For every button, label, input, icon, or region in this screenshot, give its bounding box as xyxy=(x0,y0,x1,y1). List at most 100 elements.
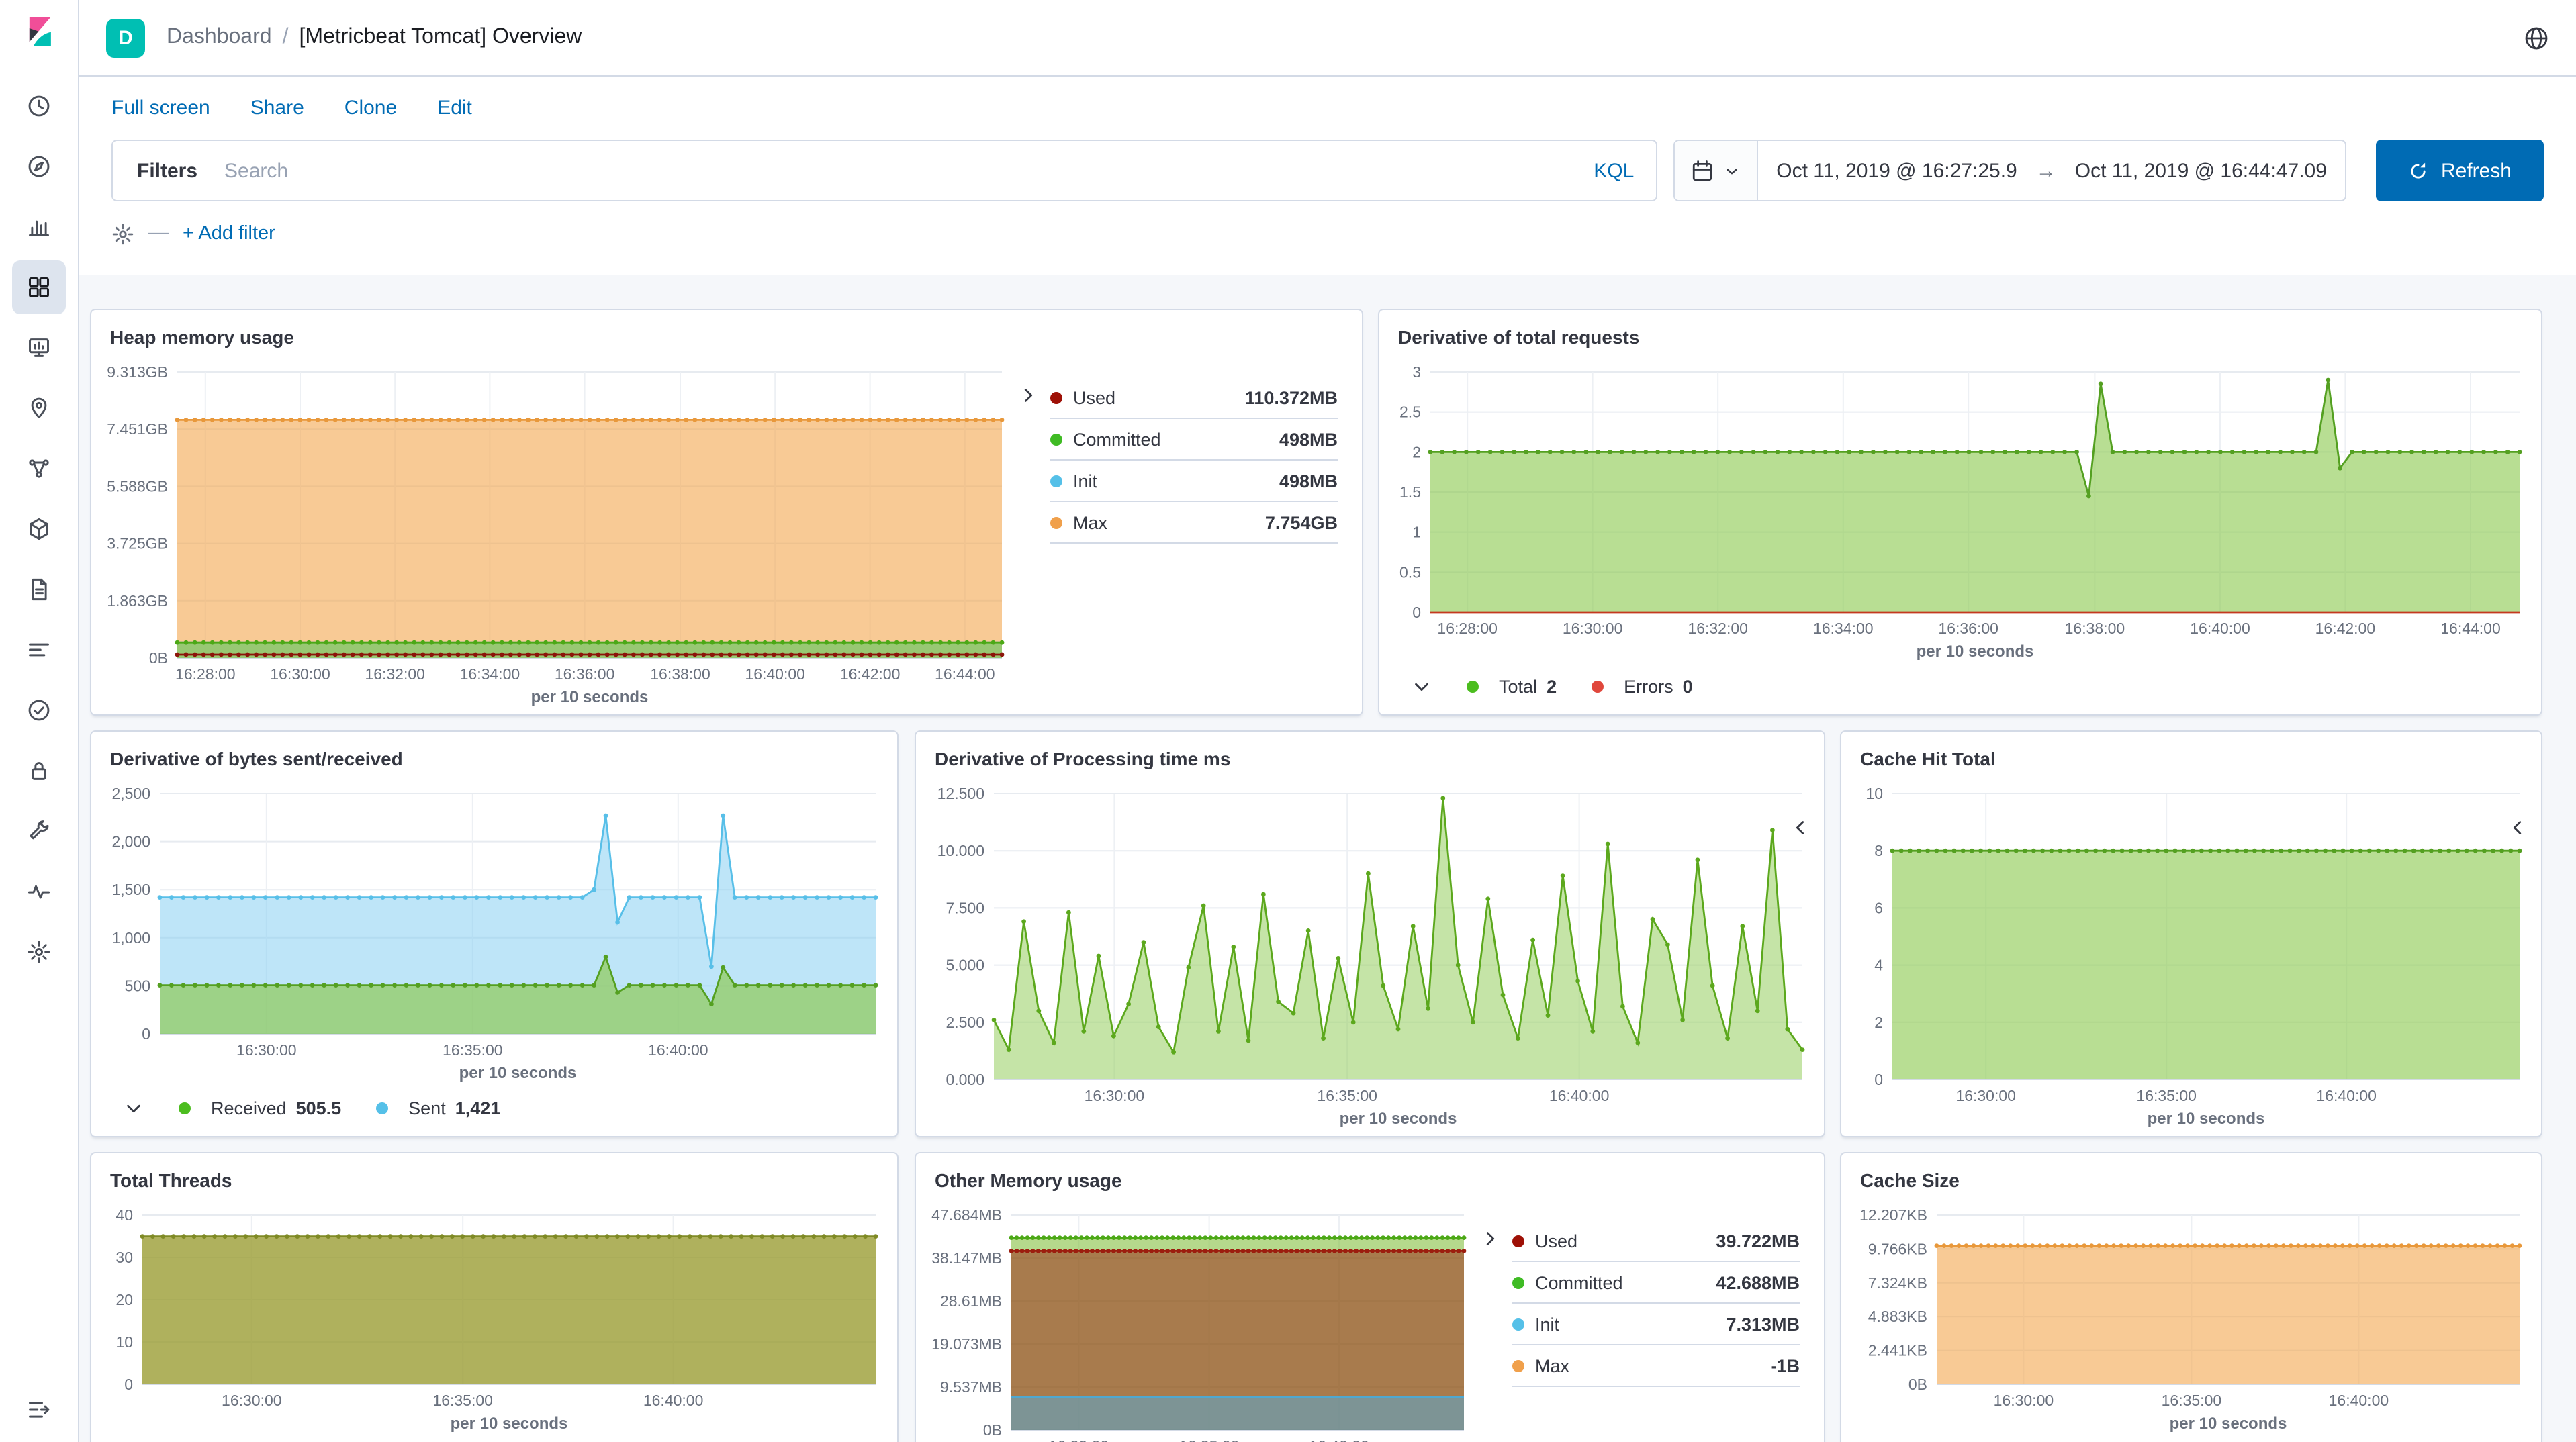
legend-item-received[interactable]: Received505.5 xyxy=(179,1098,341,1118)
filters-button[interactable]: Filters xyxy=(113,159,222,182)
legend-row-used[interactable]: Used39.722MB xyxy=(1512,1220,1800,1262)
svg-text:9.313GB: 9.313GB xyxy=(107,363,168,381)
svg-text:16:40:00: 16:40:00 xyxy=(2190,620,2250,637)
sidebar-item-siem[interactable] xyxy=(12,744,66,798)
legend-toggle-button[interactable] xyxy=(124,1098,144,1118)
svg-text:4.883KB: 4.883KB xyxy=(1868,1308,1927,1325)
legend-rows: Used39.722MBCommitted42.688MBInit7.313MB… xyxy=(1512,1220,1800,1442)
panel-processing-time: Derivative of Processing time ms 12.5001… xyxy=(915,730,1825,1137)
svg-text:16:40:00: 16:40:00 xyxy=(648,1041,708,1059)
svg-text:16:40:00: 16:40:00 xyxy=(2329,1392,2389,1409)
sidebar-item-machine-learning[interactable] xyxy=(12,442,66,495)
cache-size-chart[interactable]: 12.207KB9.766KB7.324KB4.883KB2.441KB0B16… xyxy=(1847,1202,2536,1435)
collapse-nav-icon[interactable] xyxy=(27,1398,51,1429)
sidebar-item-stack-monitoring[interactable] xyxy=(12,865,66,918)
panel-title[interactable]: Derivative of Processing time ms xyxy=(916,732,1824,769)
bytes-sent-received-chart[interactable]: 2,5002,0001,5001,000500016:30:0016:35:00… xyxy=(97,780,892,1085)
sidebar-item-infrastructure[interactable] xyxy=(12,502,66,556)
legend-toggle-button[interactable] xyxy=(1480,1220,1512,1442)
svg-text:16:40:00: 16:40:00 xyxy=(643,1392,704,1409)
legend-toggle-button[interactable] xyxy=(1790,818,1810,845)
legend-row-committed[interactable]: Committed42.688MB xyxy=(1512,1262,1800,1304)
svg-text:16:30:00: 16:30:00 xyxy=(1563,620,1623,637)
compass-icon xyxy=(27,154,51,179)
svg-text:2,500: 2,500 xyxy=(111,785,150,802)
sidebar-item-uptime[interactable] xyxy=(12,683,66,737)
other-memory-chart[interactable]: 47.684MB38.147MB28.61MB19.073MB9.537MB0B… xyxy=(921,1202,1480,1442)
svg-text:9.766KB: 9.766KB xyxy=(1868,1240,1927,1257)
add-filter-button[interactable]: + Add filter xyxy=(183,223,275,244)
filter-bar: Filters KQL Oct 11, 2019 @ 16:27:25.9 → … xyxy=(79,138,2576,203)
svg-text:0B: 0B xyxy=(983,1421,1002,1439)
kibana-logo[interactable] xyxy=(21,13,57,56)
clone-button[interactable]: Clone xyxy=(344,96,397,119)
sidebar-item-discover[interactable] xyxy=(12,140,66,193)
processing-time-chart[interactable]: 12.50010.0007.5005.0002.5000.00016:30:00… xyxy=(921,780,1819,1131)
legend-row-max[interactable]: Max-1B xyxy=(1512,1345,1800,1387)
legend-row-init[interactable]: Init7.313MB xyxy=(1512,1304,1800,1345)
gear-icon xyxy=(27,940,51,964)
add-filter-row: — + Add filter xyxy=(79,203,2576,275)
svg-text:0: 0 xyxy=(142,1025,150,1043)
search-input[interactable] xyxy=(222,158,1572,183)
panel-title[interactable]: Total Threads xyxy=(91,1153,897,1191)
panel-title[interactable]: Heap memory usage xyxy=(91,310,1362,348)
help-icon[interactable] xyxy=(2524,25,2549,50)
svg-text:16:44:00: 16:44:00 xyxy=(2440,620,2501,637)
legend-row-max[interactable]: Max7.754GB xyxy=(1050,502,1338,544)
filter-settings-gear-icon[interactable] xyxy=(111,222,134,245)
panel-title[interactable]: Other Memory usage xyxy=(916,1153,1824,1191)
space-badge[interactable]: D xyxy=(106,18,145,57)
legend-row-used[interactable]: Used110.372MB xyxy=(1050,377,1338,419)
panel-title[interactable]: Derivative of total requests xyxy=(1379,310,2541,348)
legend-toggle-button[interactable] xyxy=(2508,818,2528,845)
sidebar-item-dashboard[interactable] xyxy=(12,260,66,314)
sidebar-item-dev-tools[interactable] xyxy=(12,804,66,858)
svg-text:16:30:00: 16:30:00 xyxy=(1049,1437,1109,1442)
panel-title[interactable]: Cache Hit Total xyxy=(1841,732,2541,769)
breadcrumb-dashboard-link[interactable]: Dashboard xyxy=(167,26,272,50)
panel-title[interactable]: Cache Size xyxy=(1841,1153,2541,1191)
legend-row-init[interactable]: Init498MB xyxy=(1050,461,1338,502)
sidebar-item-management[interactable] xyxy=(12,925,66,979)
chevron-right-icon xyxy=(1018,385,1038,405)
legend-toggle-button[interactable] xyxy=(1412,676,1432,696)
svg-text:5.588GB: 5.588GB xyxy=(107,477,168,495)
share-button[interactable]: Share xyxy=(250,96,304,119)
svg-text:16:35:00: 16:35:00 xyxy=(1179,1437,1240,1442)
total-requests-chart[interactable]: 32.521.510.5016:28:0016:30:0016:32:0016:… xyxy=(1385,358,2536,663)
breadcrumb-separator: / xyxy=(283,26,289,50)
sidebar-item-visualize[interactable] xyxy=(12,200,66,254)
svg-text:per 10 seconds: per 10 seconds xyxy=(2170,1414,2287,1433)
svg-text:16:34:00: 16:34:00 xyxy=(1813,620,1874,637)
sidebar-item-apm[interactable] xyxy=(12,623,66,677)
panel-title[interactable]: Derivative of bytes sent/received xyxy=(91,732,897,769)
sidebar-item-logs[interactable] xyxy=(12,563,66,616)
chevron-left-icon xyxy=(2508,818,2528,838)
date-to[interactable]: Oct 11, 2019 @ 16:44:47.09 xyxy=(2056,159,2346,182)
date-picker-button[interactable] xyxy=(1674,141,1757,200)
refresh-button[interactable]: Refresh xyxy=(2377,140,2544,201)
filter-separator: — xyxy=(148,222,169,246)
svg-text:9.537MB: 9.537MB xyxy=(940,1378,1002,1396)
legend-item-errors[interactable]: Errors0 xyxy=(1592,676,1693,696)
legend-item-total[interactable]: Total2 xyxy=(1467,676,1557,696)
sidebar-item-maps[interactable] xyxy=(12,381,66,435)
sidebar-item-canvas[interactable] xyxy=(12,321,66,375)
legend-item-sent[interactable]: Sent1,421 xyxy=(376,1098,500,1118)
date-range-arrow: → xyxy=(2036,159,2056,182)
kql-button[interactable]: KQL xyxy=(1572,159,1655,182)
total-threads-chart[interactable]: 40302010016:30:0016:35:0016:40:00per 10 … xyxy=(97,1202,892,1435)
heap-memory-chart[interactable]: 9.313GB7.451GB5.588GB3.725GB1.863GB0B16:… xyxy=(97,358,1018,709)
sidebar-item-recently-viewed[interactable] xyxy=(12,79,66,133)
refresh-icon xyxy=(2409,160,2429,181)
legend-toggle-button[interactable] xyxy=(1018,377,1050,709)
svg-text:16:44:00: 16:44:00 xyxy=(935,665,995,683)
svg-text:1.5: 1.5 xyxy=(1399,483,1421,501)
full-screen-button[interactable]: Full screen xyxy=(111,96,210,119)
edit-button[interactable]: Edit xyxy=(437,96,472,119)
series-color-dot xyxy=(179,1102,191,1114)
date-from[interactable]: Oct 11, 2019 @ 16:27:25.9 xyxy=(1757,159,2036,182)
legend-row-committed[interactable]: Committed498MB xyxy=(1050,419,1338,461)
cache-hit-chart[interactable]: 108642016:30:0016:35:0016:40:00per 10 se… xyxy=(1847,780,2536,1131)
